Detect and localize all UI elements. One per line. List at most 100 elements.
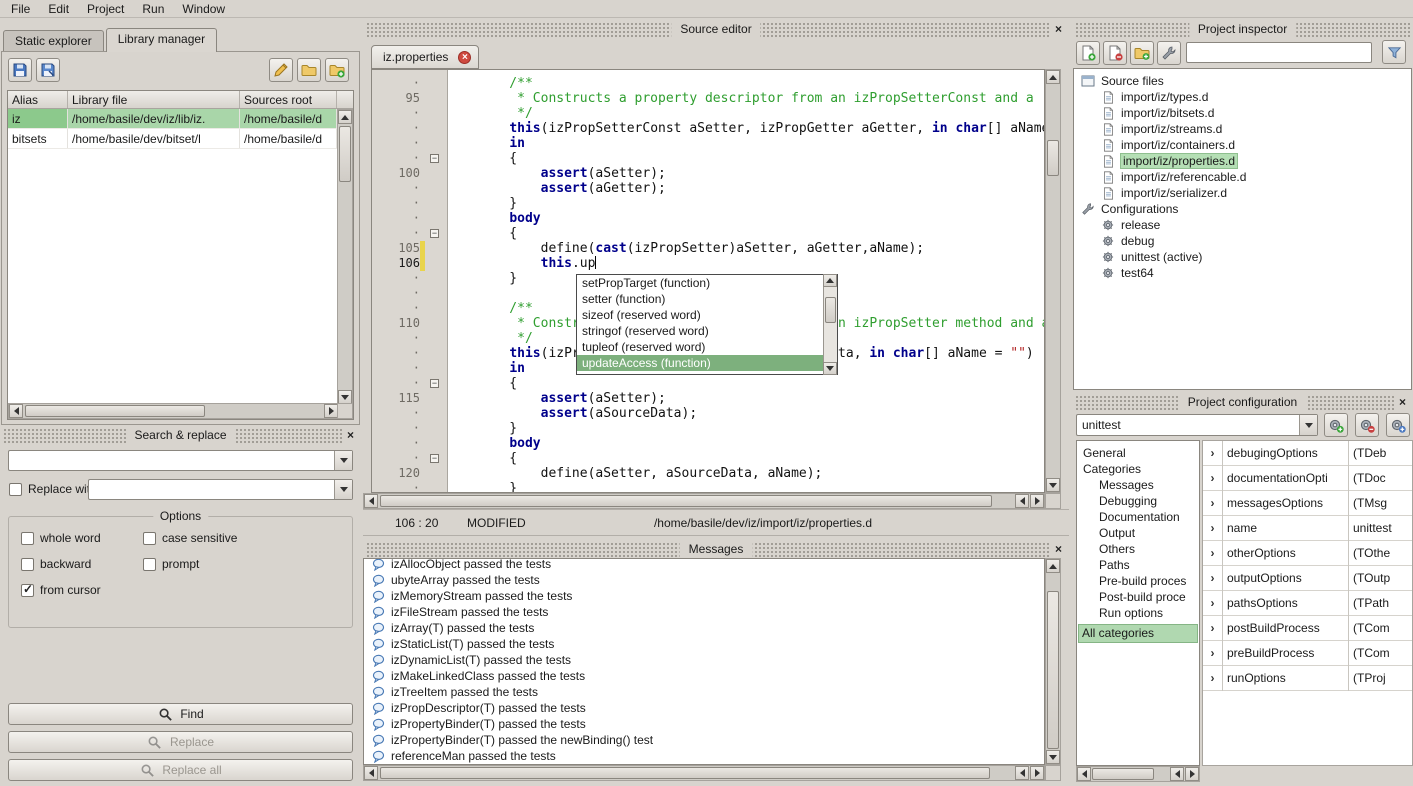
completion-scrollbar[interactable] <box>823 275 837 374</box>
property-row[interactable]: ›debugingOptions(TDeb <box>1203 441 1412 466</box>
scroll-left-icon[interactable] <box>1015 494 1029 508</box>
dropdown-icon[interactable] <box>334 480 352 499</box>
menu-file[interactable]: File <box>2 1 39 17</box>
scroll-left-icon[interactable] <box>364 766 378 780</box>
expand-icon[interactable]: › <box>1203 541 1223 566</box>
tree-item-import-iz-streams-d[interactable]: import/iz/streams.d <box>1074 121 1411 137</box>
add-config-button[interactable] <box>1324 413 1348 437</box>
tree-item-import-iz-serializer-d[interactable]: import/iz/serializer.d <box>1074 185 1411 201</box>
scroll-left-icon[interactable] <box>1015 766 1029 780</box>
message-item[interactable]: izStaticList(T) passed the tests <box>364 636 1044 652</box>
fold-icon[interactable]: − <box>430 154 439 163</box>
scroll-down-icon[interactable] <box>338 390 352 404</box>
category-output[interactable]: Output <box>1077 525 1199 541</box>
tree-item-test64[interactable]: test64 <box>1074 265 1411 281</box>
scroll-left-icon[interactable] <box>9 404 23 418</box>
gutter-row[interactable]: ·− <box>372 376 448 391</box>
category-pre-build-proces[interactable]: Pre-build proces <box>1077 573 1199 589</box>
scroll-thumb[interactable] <box>380 495 992 507</box>
checkbox-box[interactable] <box>143 532 156 545</box>
inspector-filter-input[interactable] <box>1186 42 1372 63</box>
checkbox-box[interactable] <box>21 532 34 545</box>
scroll-up-icon[interactable] <box>1046 70 1060 84</box>
scroll-left-icon[interactable] <box>364 494 378 508</box>
gutter-row[interactable]: 106 <box>372 256 448 271</box>
checkbox-box[interactable] <box>9 483 22 496</box>
scroll-right-icon[interactable] <box>1030 494 1044 508</box>
scroll-thumb[interactable] <box>25 405 205 417</box>
menu-run[interactable]: Run <box>133 1 173 17</box>
save-library-button[interactable] <box>8 58 32 82</box>
tools-button[interactable] <box>1157 41 1181 65</box>
remove-source-button[interactable] <box>1103 41 1127 65</box>
menu-project[interactable]: Project <box>78 1 133 17</box>
message-item[interactable]: izAllocObject passed the tests <box>364 558 1044 572</box>
gutter-row[interactable]: · <box>372 271 448 286</box>
column-header-sources-root[interactable]: Sources root <box>240 91 337 108</box>
gutter-row[interactable]: · <box>372 136 448 151</box>
category-messages[interactable]: Messages <box>1077 477 1199 493</box>
tab-library-manager[interactable]: Library manager <box>106 28 217 52</box>
expand-icon[interactable]: › <box>1203 516 1223 541</box>
expand-icon[interactable]: › <box>1203 591 1223 616</box>
gutter-row[interactable]: · <box>372 196 448 211</box>
gutter-row[interactable]: 95 <box>372 91 448 106</box>
message-item[interactable]: izPropertyBinder(T) passed the tests <box>364 716 1044 732</box>
option-backward[interactable]: backward <box>21 557 91 571</box>
scroll-thumb[interactable] <box>1092 768 1154 780</box>
message-item[interactable]: referenceMan passed the tests <box>364 748 1044 764</box>
property-row[interactable]: ›preBuildProcess(TCom <box>1203 641 1412 666</box>
checkbox-box[interactable] <box>21 558 34 571</box>
completion-item[interactable]: setPropTarget (function) <box>577 275 837 291</box>
gutter-row[interactable]: ·− <box>372 226 448 241</box>
property-row[interactable]: ›messagesOptions(TMsg <box>1203 491 1412 516</box>
gutter-row[interactable]: 120 <box>372 466 448 481</box>
expand-icon[interactable]: › <box>1203 566 1223 591</box>
gutter-row[interactable]: ·− <box>372 151 448 166</box>
message-item[interactable]: izTreeItem passed the tests <box>364 684 1044 700</box>
close-icon[interactable]: × <box>1395 395 1410 410</box>
scroll-thumb[interactable] <box>339 126 351 182</box>
expand-icon[interactable]: › <box>1203 641 1223 666</box>
column-header-library-file[interactable]: Library file <box>68 91 240 108</box>
scroll-up-icon[interactable] <box>1046 559 1060 573</box>
tab-iz-properties[interactable]: iz.properties × <box>371 45 479 69</box>
gutter-row[interactable]: 105 <box>372 241 448 256</box>
scroll-up-icon[interactable] <box>338 110 352 124</box>
gutter-row[interactable]: · <box>372 106 448 121</box>
category-hscrollbar[interactable] <box>1076 766 1200 782</box>
property-row[interactable]: ›pathsOptions(TPath <box>1203 591 1412 616</box>
property-row[interactable]: ›runOptions(TProj <box>1203 666 1412 691</box>
replace-with-combo[interactable] <box>88 479 353 500</box>
library-table-hscrollbar[interactable] <box>8 403 339 419</box>
scroll-left-icon[interactable] <box>1077 767 1091 781</box>
message-item[interactable]: izPropertyBinder(T) passed the newBindin… <box>364 732 1044 748</box>
tree-item-import-iz-types-d[interactable]: import/iz/types.d <box>1074 89 1411 105</box>
scroll-right-icon[interactable] <box>1185 767 1199 781</box>
message-item[interactable]: izArray(T) passed the tests <box>364 620 1044 636</box>
gutter-row[interactable]: 100 <box>372 166 448 181</box>
add-library-button[interactable] <box>325 58 349 82</box>
expand-icon[interactable]: › <box>1203 441 1223 466</box>
close-icon[interactable]: × <box>1051 22 1066 37</box>
tree-item-release[interactable]: release <box>1074 217 1411 233</box>
remove-config-button[interactable] <box>1355 413 1379 437</box>
fold-icon[interactable]: − <box>430 454 439 463</box>
scroll-thumb[interactable] <box>1047 591 1059 749</box>
option-case-sensitive[interactable]: case sensitive <box>143 531 237 545</box>
message-item[interactable]: izMemoryStream passed the tests <box>364 588 1044 604</box>
tree-item-import-iz-containers-d[interactable]: import/iz/containers.d <box>1074 137 1411 153</box>
completion-item[interactable]: stringof (reserved word) <box>577 323 837 339</box>
property-row[interactable]: ›postBuildProcess(TCom <box>1203 616 1412 641</box>
gutter-row[interactable]: · <box>372 211 448 226</box>
option-from-cursor[interactable]: from cursor <box>21 583 101 597</box>
option-prompt[interactable]: prompt <box>143 557 199 571</box>
replace-all-button[interactable]: Replace all <box>8 759 353 781</box>
close-icon[interactable]: × <box>343 428 358 443</box>
tree-item-import-iz-properties-d[interactable]: import/iz/properties.d <box>1074 153 1411 169</box>
message-item[interactable]: ubyteArray passed the tests <box>364 572 1044 588</box>
gutter-row[interactable]: 110 <box>372 316 448 331</box>
checkbox-box[interactable] <box>21 584 34 597</box>
tree-item-unittest-active-[interactable]: unittest (active) <box>1074 249 1411 265</box>
expand-icon[interactable]: › <box>1203 466 1223 491</box>
